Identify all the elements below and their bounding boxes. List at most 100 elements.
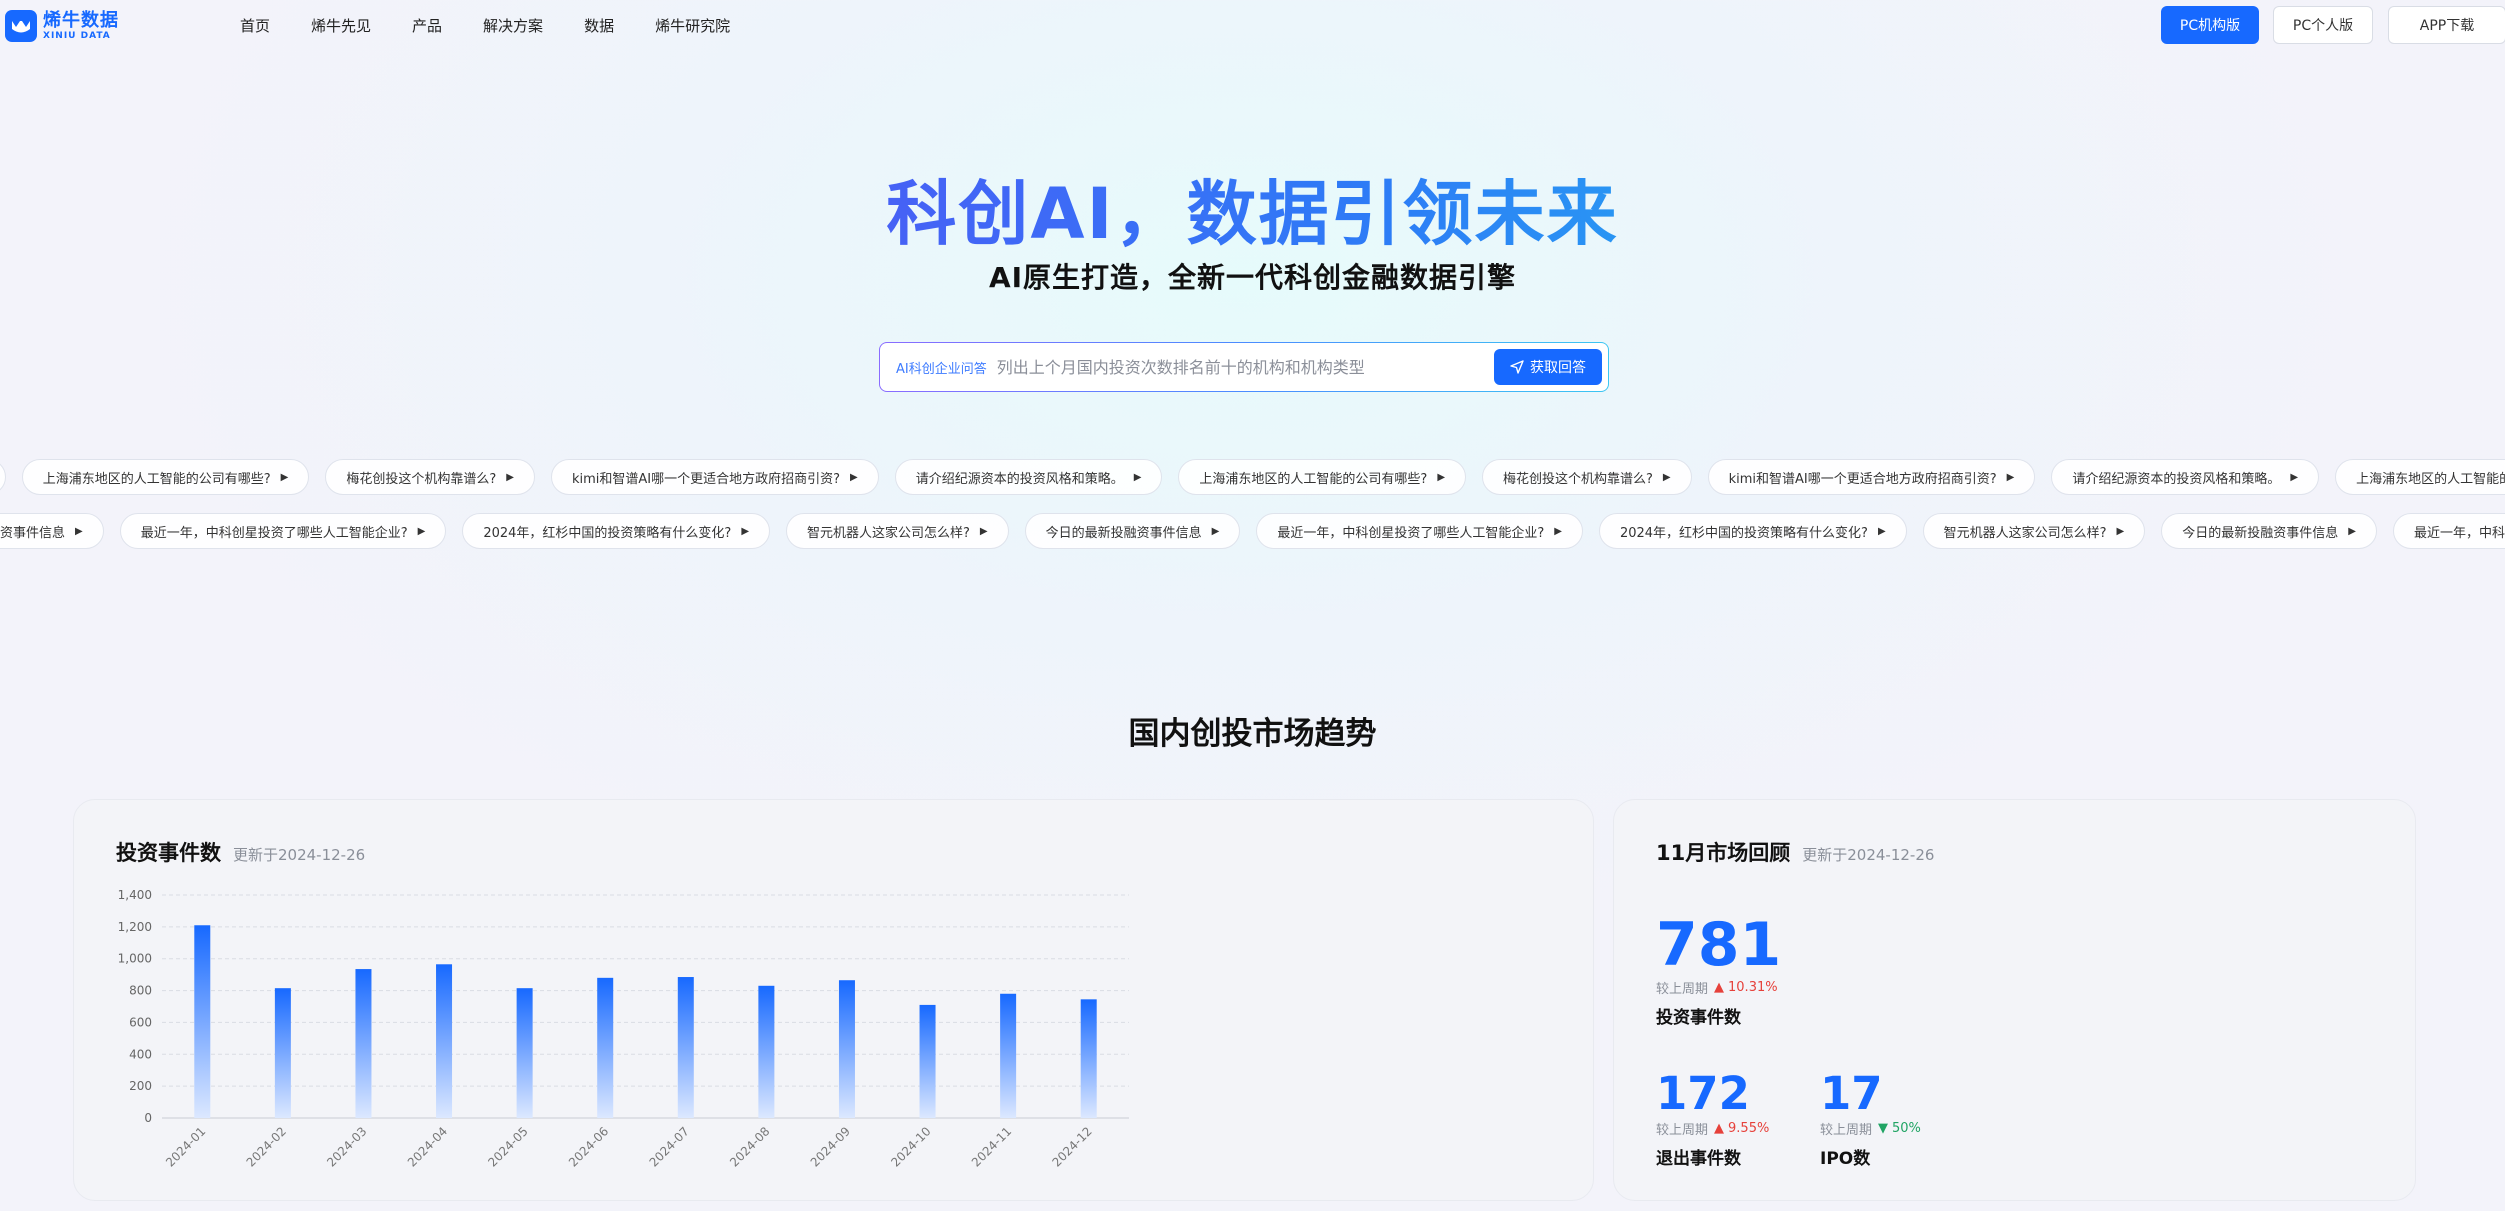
main-nav: 首页 烯牛先见 产品 解决方案 数据 烯牛研究院 — [240, 15, 771, 36]
nav-item-products[interactable]: 产品 — [412, 15, 442, 36]
suggestion-text: 梅花创投这个机构靠谱么? — [1503, 468, 1653, 487]
y-tick-label: 1,200 — [118, 920, 152, 934]
x-tick-label: 2024-11 — [969, 1124, 1014, 1169]
brand-name-en: XINIU DATA — [43, 32, 119, 41]
nav-item-home[interactable]: 首页 — [240, 15, 270, 36]
chart-bar[interactable] — [920, 1005, 936, 1118]
play-arrow-icon: ▶ — [1554, 526, 1562, 537]
nav-item-research[interactable]: 烯牛研究院 — [655, 15, 730, 36]
play-arrow-icon: ▶ — [2007, 472, 2015, 483]
nav-item-insight[interactable]: 烯牛先见 — [311, 15, 371, 36]
suggestion-row-1: 请介绍纪源资本的投资风格和策略。 ▶ 上海浦东地区的人工智能的公司有哪些? ▶ 梅花创投… — [0, 459, 2505, 497]
suggestion-pill[interactable]: 上海浦东地区的人工智能的公司有哪些? ▶ — [1178, 459, 1466, 495]
chart-bar[interactable] — [1081, 999, 1097, 1118]
suggestion-pill[interactable]: 上海浦东地区的人工智能的公司有哪些?▶ — [2335, 459, 2505, 495]
invest-count-value: 781 — [1656, 915, 1781, 975]
chart-bar[interactable] — [194, 925, 210, 1118]
x-tick-label: 2024-03 — [324, 1124, 369, 1169]
brand-logo[interactable]: 烯牛数据 XINIU DATA — [5, 10, 119, 42]
chart-bar[interactable] — [355, 969, 371, 1118]
trend-up-icon: ▲ — [1714, 980, 1724, 995]
play-arrow-icon: ▶ — [1663, 472, 1671, 483]
search-input[interactable] — [995, 357, 1479, 378]
suggestion-text: 上海浦东地区的人工智能的公司有哪些? — [43, 468, 271, 487]
suggestion-text: 今日的最新投融资事件信息 — [0, 522, 65, 541]
suggestion-pill[interactable]: 2024年，红杉中国的投资策略有什么变化?▶ — [462, 513, 770, 549]
suggestion-text: 请介绍纪源资本的投资风格和策略。 — [2072, 468, 2280, 487]
x-tick-label: 2024-04 — [405, 1124, 450, 1169]
send-icon — [1510, 360, 1524, 374]
monthly-review-card: 11月市场回顾更新于2024-12-26 781 较上周期 ▲ 10.31% 投… — [1613, 799, 2416, 1201]
x-tick-label: 2024-09 — [808, 1124, 853, 1169]
x-tick-label: 2024-01 — [163, 1124, 208, 1169]
x-tick-label: 2024-07 — [647, 1124, 692, 1169]
x-tick-label: 2024-05 — [485, 1124, 530, 1169]
invest-compare: 较上周期 ▲ 10.31% — [1656, 978, 1778, 997]
play-arrow-icon: ▶ — [2117, 526, 2125, 537]
suggestion-text: kimi和智谱AI哪一个更适合地方政府招商引资? — [1729, 468, 1997, 487]
suggestion-pill[interactable]: 今日的最新投融资事件信息▶ — [1025, 513, 1241, 549]
suggestion-pill[interactable]: 最近一年，中科创星投资了哪些人工智能企业?▶ — [120, 513, 447, 549]
chart-bar[interactable] — [597, 978, 613, 1118]
y-tick-label: 0 — [144, 1111, 152, 1125]
trend-down-icon: ▼ — [1878, 1121, 1888, 1136]
pc-personal-button[interactable]: PC个人版 — [2273, 6, 2373, 44]
suggestion-pill[interactable]: 请介绍纪源资本的投资风格和策略。 ▶ — [2051, 459, 2319, 495]
section-title: 国内创投市场趋势 — [0, 708, 2505, 753]
ai-search-box: AI科创企业问答 获取回答 — [879, 342, 1609, 392]
suggestion-text: 上海浦东地区的人工智能的公司有哪些? — [1199, 468, 1427, 487]
suggestion-pill[interactable]: 智元机器人这家公司怎么样?▶ — [786, 513, 1009, 549]
investment-events-card: 投资事件数更新于2024-12-26 02004006008001,0001,2… — [73, 799, 1594, 1201]
hero-subtitle: AI原生打造，全新一代科创金融数据引擎 — [0, 256, 2505, 296]
suggestion-pill[interactable]: 上海浦东地区的人工智能的公司有哪些?▶ — [22, 459, 310, 495]
y-tick-label: 1,000 — [118, 952, 152, 966]
ipo-count-label: IPO数 — [1820, 1144, 1870, 1169]
app-download-button[interactable]: APP下载 — [2388, 6, 2505, 44]
pc-org-button[interactable]: PC机构版 — [2161, 6, 2259, 44]
play-arrow-icon: ▶ — [1437, 472, 1445, 483]
suggestion-pill[interactable]: 2024年，红杉中国的投资策略有什么变化?▶ — [1599, 513, 1907, 549]
ipo-count-value: 17 — [1820, 1071, 1883, 1116]
ipo-compare: 较上周期 ▼ 50% — [1820, 1119, 1921, 1138]
suggestion-pill[interactable]: 最近一年，中科创星投资了哪些人工智能企业?▶ — [2393, 513, 2505, 549]
suggestion-pill[interactable]: 今日的最新投融资事件信息 ▶ — [0, 513, 104, 549]
play-arrow-icon: ▶ — [1212, 526, 1220, 537]
suggestion-pill[interactable]: kimi和智谱AI哪一个更适合地方政府招商引资? ▶ — [1708, 459, 2036, 495]
get-answer-button[interactable]: 获取回答 — [1494, 349, 1602, 385]
y-tick-label: 200 — [129, 1079, 152, 1093]
search-mode-tag: AI科创企业问答 — [896, 358, 987, 377]
suggestion-pill[interactable]: 请介绍纪源资本的投资风格和策略。▶ — [0, 459, 6, 495]
play-arrow-icon: ▶ — [418, 526, 426, 537]
get-answer-label: 获取回答 — [1530, 357, 1586, 377]
chart-bar[interactable] — [839, 980, 855, 1118]
rhino-logo-icon — [5, 10, 37, 42]
suggestion-row-2: 今日的最新投融资事件信息▶最近一年，中科创星投资了哪些人工智能企业?▶2024年… — [0, 513, 2505, 551]
play-arrow-icon: ▶ — [2290, 472, 2298, 483]
chart-bar[interactable] — [436, 964, 452, 1118]
y-tick-label: 600 — [129, 1015, 152, 1029]
suggestion-pill[interactable]: 梅花创投这个机构靠谱么?▶ — [325, 459, 535, 495]
trend-up-icon: ▲ — [1714, 1121, 1724, 1136]
x-tick-label: 2024-02 — [244, 1124, 289, 1169]
chart-bar[interactable] — [275, 988, 291, 1118]
suggestion-pill[interactable]: 梅花创投这个机构靠谱么? ▶ — [1482, 459, 1692, 495]
brand-name: 烯牛数据 — [43, 12, 119, 30]
suggestion-pill[interactable]: 智元机器人这家公司怎么样?▶ — [1923, 513, 2146, 549]
y-tick-label: 400 — [129, 1047, 152, 1061]
chart-bar[interactable] — [758, 986, 774, 1118]
nav-item-data[interactable]: 数据 — [584, 15, 614, 36]
suggestion-pill[interactable]: kimi和智谱AI哪一个更适合地方政府招商引资?▶ — [551, 459, 879, 495]
play-arrow-icon: ▶ — [75, 526, 83, 537]
suggestion-pill[interactable]: 请介绍纪源资本的投资风格和策略。▶ — [895, 459, 1163, 495]
suggestion-pill[interactable]: 今日的最新投融资事件信息▶ — [2161, 513, 2377, 549]
suggestion-text: 2024年，红杉中国的投资策略有什么变化? — [1620, 522, 1868, 541]
suggestion-pill[interactable]: 最近一年，中科创星投资了哪些人工智能企业?▶ — [1256, 513, 1583, 549]
exit-compare: 较上周期 ▲ 9.55% — [1656, 1119, 1769, 1138]
x-tick-label: 2024-10 — [888, 1124, 933, 1169]
chart-bar[interactable] — [678, 977, 694, 1118]
x-tick-label: 2024-08 — [727, 1124, 772, 1169]
suggestion-text: kimi和智谱AI哪一个更适合地方政府招商引资? — [572, 468, 840, 487]
nav-item-solutions[interactable]: 解决方案 — [483, 15, 543, 36]
chart-bar[interactable] — [517, 988, 533, 1118]
chart-bar[interactable] — [1000, 994, 1016, 1118]
